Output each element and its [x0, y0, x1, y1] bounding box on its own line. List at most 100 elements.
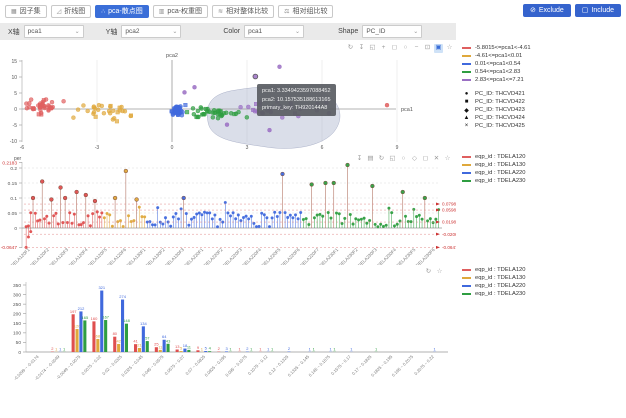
bar[interactable]	[196, 350, 199, 352]
lollipop-point[interactable]	[188, 224, 191, 227]
lollipop-point[interactable]	[407, 220, 410, 223]
lollipop-point[interactable]	[352, 223, 355, 226]
select-mode-icon[interactable]: ▣	[434, 44, 443, 53]
shape-select[interactable]: PC_ID ⌄	[362, 25, 422, 38]
lollipop-point[interactable]	[208, 211, 211, 214]
lollipop-point[interactable]	[119, 219, 122, 222]
bar[interactable]	[187, 350, 190, 352]
scatter-point[interactable]	[199, 105, 203, 109]
lollipop-point[interactable]	[82, 221, 85, 224]
lollipop-point[interactable]	[29, 230, 32, 233]
include-button[interactable]: ▢ Include	[575, 4, 621, 17]
lollipop-point[interactable]	[31, 196, 35, 200]
lollipop-point[interactable]	[279, 211, 282, 214]
scatter-point[interactable]	[175, 106, 179, 110]
lollipop-point[interactable]	[242, 216, 245, 219]
lollipop-point[interactable]	[175, 212, 178, 215]
scatter-point[interactable]	[201, 112, 205, 116]
scatter-point[interactable]	[120, 105, 124, 109]
scatter-point[interactable]	[268, 128, 272, 132]
scatter-point[interactable]	[71, 116, 75, 120]
lollipop-point[interactable]	[138, 206, 141, 209]
scatter-point[interactable]	[27, 105, 31, 109]
legend-item[interactable]: 0.01<=pca1<0.54	[462, 60, 624, 68]
lollipop-point[interactable]	[149, 220, 152, 223]
lollipop-point[interactable]	[40, 180, 44, 184]
lollipop-point[interactable]	[388, 207, 391, 210]
lollipop-point[interactable]	[100, 211, 103, 214]
cut-icon[interactable]: ✕	[432, 155, 441, 164]
lollipop-point[interactable]	[330, 217, 333, 220]
scatter-point[interactable]	[211, 111, 215, 115]
lollipop-point[interactable]	[214, 214, 217, 217]
lollipop-point[interactable]	[308, 223, 311, 226]
legend-item[interactable]: eqp_id : TDELA230	[462, 290, 624, 298]
lollipop-point[interactable]	[151, 223, 154, 226]
download-icon[interactable]: ↧	[357, 44, 366, 53]
scatter-point[interactable]	[237, 110, 241, 114]
refresh-icon[interactable]: ↻	[424, 268, 433, 277]
lollipop-point[interactable]	[321, 215, 324, 218]
lollipop-point[interactable]	[245, 215, 248, 218]
lollipop-point[interactable]	[271, 216, 274, 219]
lollipop-point[interactable]	[368, 219, 371, 222]
lollipop-point[interactable]	[203, 211, 206, 214]
lollipop-point[interactable]	[201, 213, 204, 216]
lollipop-point[interactable]	[234, 217, 237, 220]
legend-item[interactable]: eqp_id : TDELA130	[462, 161, 624, 169]
lollipop-point[interactable]	[84, 193, 88, 197]
lollipop-point[interactable]	[68, 211, 71, 214]
tab-compare-group[interactable]: ⚖ 相对组比较	[278, 5, 333, 18]
scatter-point[interactable]	[76, 108, 80, 112]
legend-item[interactable]: -4.61<=pca1<0.01	[462, 52, 624, 60]
lollipop-point[interactable]	[305, 217, 308, 220]
scatter-point[interactable]	[218, 112, 222, 116]
lollipop-point[interactable]	[34, 212, 37, 215]
scatter-point[interactable]	[109, 104, 113, 108]
lollipop-point[interactable]	[434, 218, 437, 221]
lollipop-point[interactable]	[276, 215, 279, 218]
reset-axes-icon[interactable]: ⊡	[423, 44, 432, 53]
lollipop-point[interactable]	[299, 211, 302, 214]
scatter-point[interactable]	[112, 116, 116, 120]
lollipop-point[interactable]	[133, 219, 136, 222]
lollipop-point[interactable]	[219, 218, 222, 221]
legend-item[interactable]: ◆PC_ID: THCVD423	[462, 106, 624, 114]
zoom-icon[interactable]: ◇	[410, 155, 419, 164]
bar[interactable]	[104, 320, 107, 352]
lollipop-point[interactable]	[211, 218, 214, 221]
refresh-icon[interactable]: ↻	[377, 155, 386, 164]
lollipop-point[interactable]	[273, 211, 276, 214]
scatter-point[interactable]	[97, 103, 101, 107]
histogram-bar-chart[interactable]: 050100150200250300350-0.0299 ~ -0.017421…	[0, 268, 460, 392]
lollipop-point[interactable]	[96, 210, 99, 213]
scatter-point[interactable]	[171, 113, 175, 117]
lollipop-point[interactable]	[113, 196, 117, 200]
table-icon[interactable]: ▤	[366, 155, 375, 164]
lollipop-point[interactable]	[286, 216, 289, 219]
scatter-point[interactable]	[129, 114, 133, 118]
scatter-point[interactable]	[174, 110, 178, 114]
lollipop-point[interactable]	[224, 201, 227, 204]
lollipop-point[interactable]	[346, 163, 350, 167]
lollipop-point[interactable]	[377, 225, 380, 228]
lollipop-point[interactable]	[343, 217, 346, 220]
lollipop-point[interactable]	[135, 198, 139, 202]
scatter-point[interactable]	[385, 103, 389, 107]
legend-item[interactable]: 2.83<=pca1<=7.21	[462, 76, 624, 84]
lollipop-point[interactable]	[412, 208, 415, 211]
lollipop-point[interactable]	[284, 211, 287, 214]
bar[interactable]	[72, 314, 75, 352]
lollipop-point[interactable]	[162, 223, 165, 226]
lollipop-point[interactable]	[250, 215, 253, 218]
lollipop-point[interactable]	[182, 196, 186, 200]
lollipop-point[interactable]	[260, 212, 263, 215]
lollipop-point[interactable]	[429, 217, 432, 220]
lollipop-point[interactable]	[103, 216, 106, 219]
tab-line-chart[interactable]: ◿ 折线图	[51, 5, 92, 18]
scatter-point[interactable]	[62, 99, 66, 103]
lollipop-point[interactable]	[27, 225, 30, 228]
lollipop-point[interactable]	[324, 181, 328, 185]
lollipop-point[interactable]	[39, 219, 42, 222]
lollipop-point[interactable]	[52, 214, 55, 217]
